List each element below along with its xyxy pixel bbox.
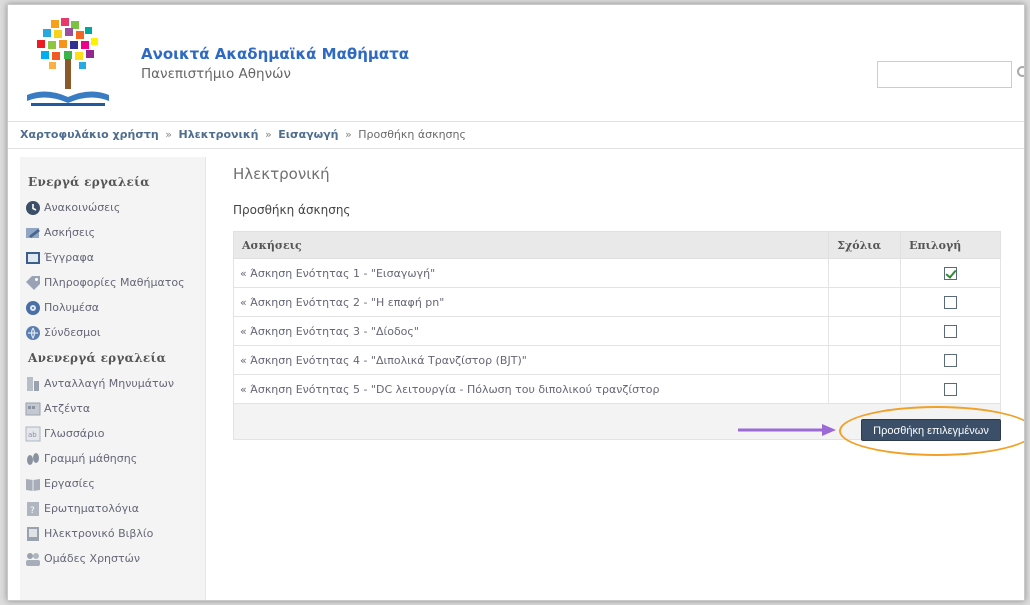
selection-cell [900,345,1001,375]
sidebar-item-label: Γραμμή μάθησης [44,452,138,465]
table-row: « Άσκηση Ενότητας 4 - "Διπολικά Τρανζίστ… [232,345,1001,375]
links-icon [26,325,40,340]
site-title[interactable]: Ανοικτά Ακαδημαϊκά Μαθήματα [141,45,409,63]
column-header-comments: Σχόλια [828,231,902,259]
table-row: « Άσκηση Ενότητας 1 - "Εισαγωγή" [232,258,1001,288]
sidebar-item-messages[interactable]: Ανταλλαγή Μηνυμάτων [20,371,205,396]
sidebar-item-label: Πολυμέσα [44,301,100,314]
course-title: Ηλεκτρονική [233,165,330,183]
column-header-exercises: Ασκήσεις [232,231,830,259]
exercise-title-link[interactable]: « Άσκηση Ενότητας 3 - "Δίοδος" [232,316,830,346]
sidebar-item-label: Πληροφορίες Μαθήματος [44,276,185,289]
learning-path-icon [27,452,39,465]
exercise-comments [828,345,902,375]
exercise-title-link[interactable]: « Άσκηση Ενότητας 4 - "Διπολικά Τρανζίστ… [232,345,830,375]
breadcrumb-separator: » [264,128,272,141]
glossary-icon: ab [25,426,41,441]
exercise-select-checkbox[interactable] [944,353,958,367]
sidebar-item-exercises[interactable]: Ασκήσεις [20,220,205,245]
add-selected-button[interactable]: Προσθήκη επιλεγμένων [861,419,1001,441]
sidebar-item-label: Εργασίες [44,477,95,490]
inactive-tools-heading: Ανενεργά εργαλεία [28,351,167,365]
sidebar-item-agenda[interactable]: Ατζέντα [20,396,205,421]
exercise-comments [828,374,902,404]
questionnaires-icon: ? [27,501,39,516]
svg-text:ab: ab [28,431,37,439]
exercise-select-checkbox[interactable] [944,295,958,309]
search-input[interactable] [877,61,1012,88]
table-row: « Άσκηση Ενότητας 5 - "DC λειτουργία - Π… [232,374,1001,404]
active-tools-heading: Ενεργά εργαλεία [28,175,150,189]
sidebar-item-label: Ατζέντα [44,402,91,415]
sidebar-item-label: Γλωσσάριο [44,427,105,440]
multimedia-icon [26,300,40,315]
exercise-select-checkbox[interactable] [944,266,958,280]
agenda-icon [25,402,41,415]
sidebar-item-user-groups[interactable]: Ομάδες Χρηστών [20,546,205,571]
sidebar-item-label: Ομάδες Χρηστών [44,552,140,565]
sidebar-item-label: Ανταλλαγή Μηνυμάτων [44,377,174,390]
table-row: « Άσκηση Ενότητας 2 - "Η επαφή pn" [232,287,1001,317]
selection-cell [900,374,1001,404]
annotation-arrow-icon [738,424,836,436]
sidebar-item-label: Σύνδεσμοι [44,326,101,339]
breadcrumb-separator: » [345,128,352,141]
messages-icon [27,376,39,391]
course-info-icon [26,275,40,290]
breadcrumb-item-unit[interactable]: Εισαγωγή [278,128,338,141]
breadcrumb-item-portfolio[interactable]: Χαρτοφυλάκιο χρήστη [20,128,159,141]
breadcrumb-separator: » [165,128,172,141]
search-icon[interactable] [1016,65,1025,81]
announcements-icon [26,200,40,215]
page-subtitle: Προσθήκη άσκησης [233,203,351,217]
sidebar-item-questionnaires[interactable]: ? Ερωτηματολόγια [20,496,205,521]
sidebar-item-assignments[interactable]: Εργασίες [20,471,205,496]
svg-text:?: ? [30,506,35,516]
sidebar-item-course-info[interactable]: Πληροφορίες Μαθήματος [20,270,205,295]
column-header-selection: Επιλογή [900,231,1001,259]
breadcrumb-item-current: Προσθήκη άσκησης [358,128,466,141]
tools-sidebar: Ενεργά εργαλεία Ανακοινώσεις Ασκήσεις Έγ… [20,157,206,600]
sidebar-item-learning-path[interactable]: Γραμμή μάθησης [20,446,205,471]
table-row: « Άσκηση Ενότητας 3 - "Δίοδος" [232,316,1001,346]
sidebar-item-label: Ασκήσεις [44,226,96,239]
exercises-icon [26,227,40,238]
exercise-comments [828,287,902,317]
sidebar-item-label: Ηλεκτρονικό Βιβλίο [44,527,154,540]
sidebar-item-links[interactable]: Σύνδεσμοι [20,320,205,345]
sidebar-item-ebook[interactable]: Ηλεκτρονικό Βιβλίο [20,521,205,546]
site-header: Ανοικτά Ακαδημαϊκά Μαθήματα Πανεπιστήμιο… [8,5,1025,117]
sidebar-item-label: Έγγραφα [44,251,94,264]
selection-cell [900,287,1001,317]
breadcrumb-item-course[interactable]: Ηλεκτρονική [178,128,258,141]
user-groups-icon [26,552,40,566]
selection-cell [900,316,1001,346]
ebook-icon [27,526,39,541]
assignments-icon [26,478,40,491]
documents-icon [26,251,40,264]
exercise-select-checkbox[interactable] [944,382,958,396]
exercise-comments [828,258,902,288]
sidebar-item-documents[interactable]: Έγγραφα [20,245,205,270]
exercise-title-link[interactable]: « Άσκηση Ενότητας 1 - "Εισαγωγή" [232,258,830,288]
table-header-row: Ασκήσεις Σχόλια Επιλογή [232,231,1001,259]
opencourses-tree-logo[interactable] [21,17,115,112]
selection-cell [900,258,1001,288]
sidebar-item-label: Ανακοινώσεις [44,201,121,214]
sidebar-item-glossary[interactable]: ab Γλωσσάριο [20,421,205,446]
breadcrumb: Χαρτοφυλάκιο χρήστη » Ηλεκτρονική » Εισα… [8,121,1024,149]
sidebar-item-multimedia[interactable]: Πολυμέσα [20,295,205,320]
sidebar-item-announcements[interactable]: Ανακοινώσεις [20,195,205,220]
exercise-comments [828,316,902,346]
site-subtitle: Πανεπιστήμιο Αθηνών [141,66,291,82]
browser-frame: Ανοικτά Ακαδημαϊκά Μαθήματα Πανεπιστήμιο… [7,4,1025,601]
exercise-title-link[interactable]: « Άσκηση Ενότητας 5 - "DC λειτουργία - Π… [232,374,830,404]
exercise-select-checkbox[interactable] [944,324,958,338]
sidebar-item-label: Ερωτηματολόγια [44,502,140,515]
exercise-title-link[interactable]: « Άσκηση Ενότητας 2 - "Η επαφή pn" [232,287,830,317]
